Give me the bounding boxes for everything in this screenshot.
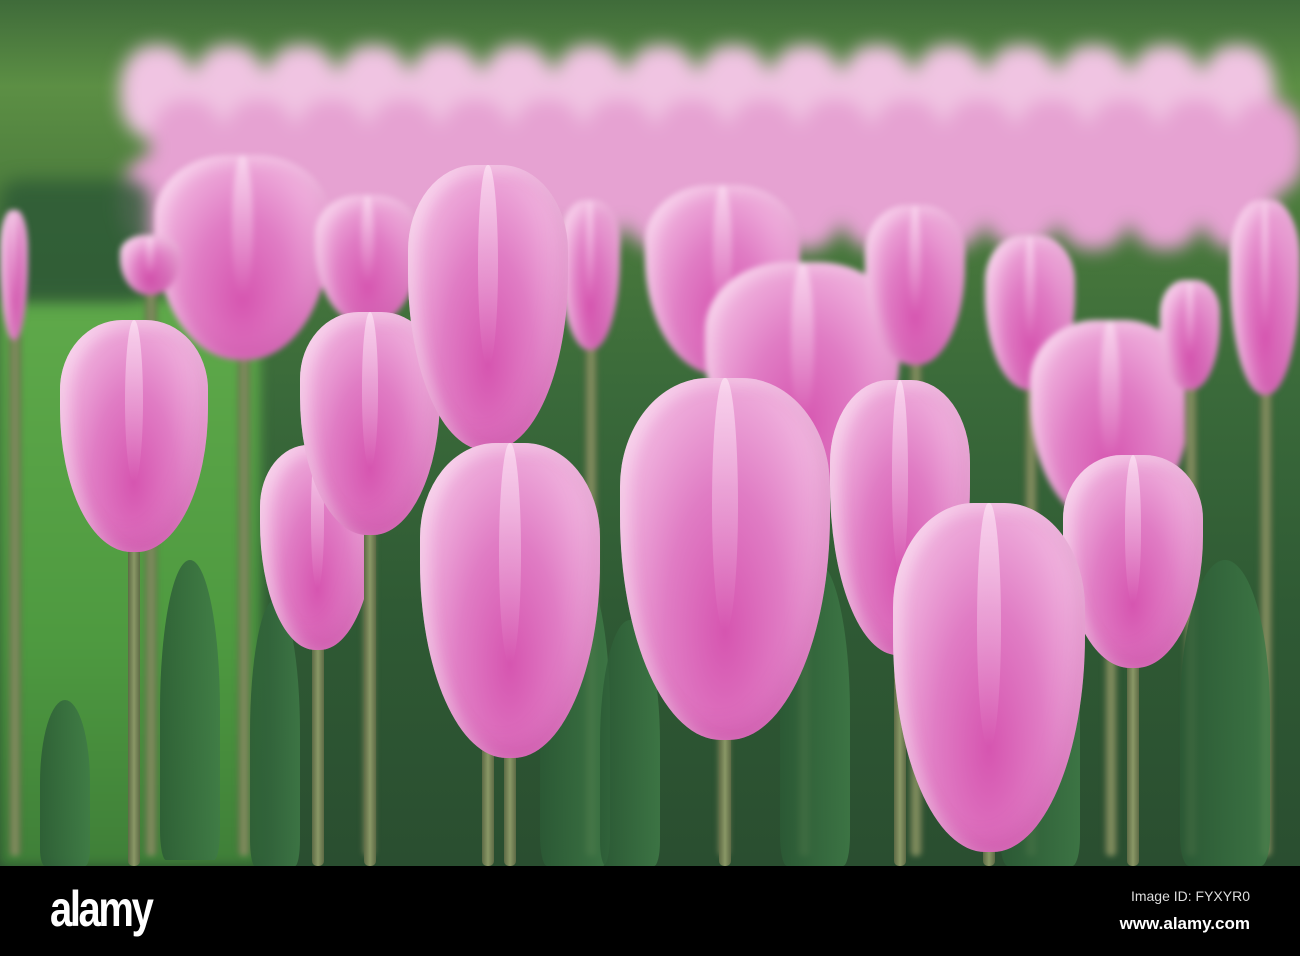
foreground-tulips — [0, 0, 1300, 866]
leaf — [160, 560, 220, 860]
website-link: www.alamy.com — [1119, 914, 1250, 933]
image-id: Image ID: FYXYR0 — [1130, 888, 1250, 904]
alamy-logo: alamy — [50, 881, 154, 937]
leaf — [250, 600, 300, 866]
stem — [311, 640, 324, 866]
stem — [364, 525, 376, 866]
footer-bar: alamy Image ID: FYXYR0 www.alamy.com — [0, 866, 1300, 956]
tulip-photo — [0, 0, 1300, 866]
stem — [128, 542, 140, 866]
stem — [719, 730, 731, 866]
tulip — [60, 320, 208, 552]
leaf — [40, 700, 90, 866]
leaf — [1180, 560, 1270, 866]
stem — [504, 748, 516, 866]
stem — [1127, 658, 1139, 866]
